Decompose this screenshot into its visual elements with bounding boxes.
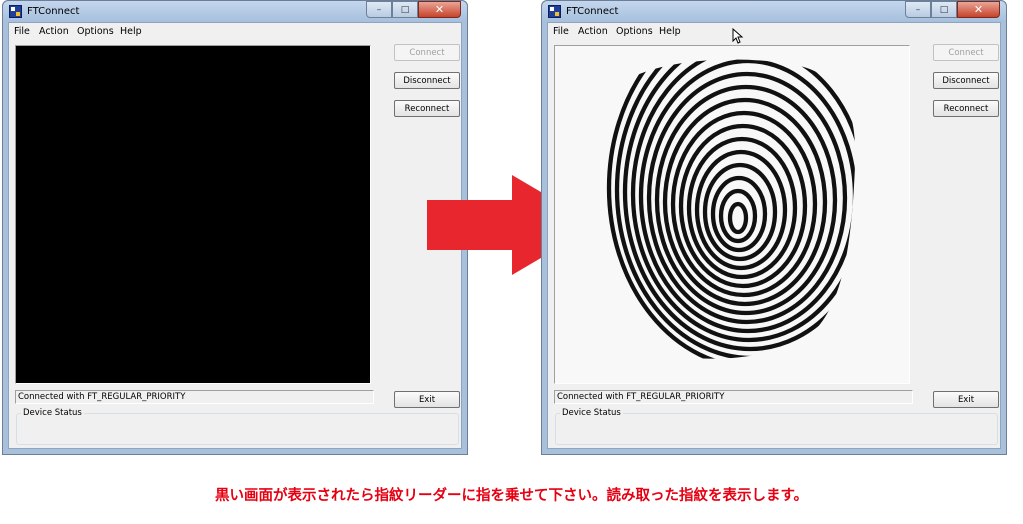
menu-bar: File Action Options Help bbox=[9, 23, 461, 40]
exit-button[interactable]: Exit bbox=[933, 391, 999, 408]
maximize-icon[interactable]: □ bbox=[931, 1, 957, 18]
device-status-label: Device Status bbox=[21, 408, 84, 418]
menu-help[interactable]: Help bbox=[659, 26, 681, 37]
exit-button[interactable]: Exit bbox=[394, 391, 460, 408]
fingerprint-display bbox=[554, 45, 910, 384]
title-bar[interactable]: FTConnect – □ ✕ bbox=[3, 1, 467, 22]
client-area: File Action Options Help Connect Disconn… bbox=[547, 22, 1001, 449]
disconnect-button[interactable]: Disconnect bbox=[933, 72, 999, 89]
status-text: Connected with FT_REGULAR_PRIORITY bbox=[554, 390, 913, 404]
caption: 黒い画面が表示されたら指紋リーダーに指を乗せて下さい。読み取った指紋を表示します… bbox=[214, 488, 809, 504]
window-title: FTConnect bbox=[27, 6, 80, 17]
device-status-label: Device Status bbox=[560, 408, 623, 418]
client-area: File Action Options Help Connect Disconn… bbox=[8, 22, 462, 449]
menu-file[interactable]: File bbox=[553, 26, 569, 37]
minimize-icon[interactable]: – bbox=[905, 1, 931, 18]
menu-action[interactable]: Action bbox=[39, 26, 69, 37]
disconnect-button[interactable]: Disconnect bbox=[394, 72, 460, 89]
connect-button[interactable]: Connect bbox=[394, 44, 460, 61]
menu-options[interactable]: Options bbox=[616, 26, 653, 37]
reconnect-button[interactable]: Reconnect bbox=[933, 100, 999, 117]
minimize-icon[interactable]: – bbox=[366, 1, 392, 18]
reconnect-button[interactable]: Reconnect bbox=[394, 100, 460, 117]
device-status-group: Device Status bbox=[16, 408, 459, 445]
window-title: FTConnect bbox=[566, 6, 619, 17]
menu-options[interactable]: Options bbox=[77, 26, 114, 37]
app-icon bbox=[9, 5, 22, 18]
close-icon[interactable]: ✕ bbox=[957, 1, 1000, 18]
menu-help[interactable]: Help bbox=[120, 26, 142, 37]
status-text: Connected with FT_REGULAR_PRIORITY bbox=[15, 390, 374, 404]
app-icon bbox=[548, 5, 561, 18]
menu-bar: File Action Options Help bbox=[548, 23, 1000, 40]
maximize-icon[interactable]: □ bbox=[392, 1, 418, 18]
menu-file[interactable]: File bbox=[14, 26, 30, 37]
connect-button[interactable]: Connect bbox=[933, 44, 999, 61]
mouse-cursor-icon bbox=[732, 28, 744, 44]
fingerprint-display bbox=[15, 45, 371, 384]
title-bar[interactable]: FTConnect – □ ✕ bbox=[542, 1, 1006, 22]
device-status-group: Device Status bbox=[555, 408, 998, 445]
fingerprint-image bbox=[606, 59, 856, 359]
close-icon[interactable]: ✕ bbox=[418, 1, 461, 18]
right-window: FTConnect – □ ✕ File Action Options Help bbox=[541, 0, 1007, 455]
menu-action[interactable]: Action bbox=[578, 26, 608, 37]
left-window: FTConnect – □ ✕ File Action Options Help… bbox=[2, 0, 468, 455]
